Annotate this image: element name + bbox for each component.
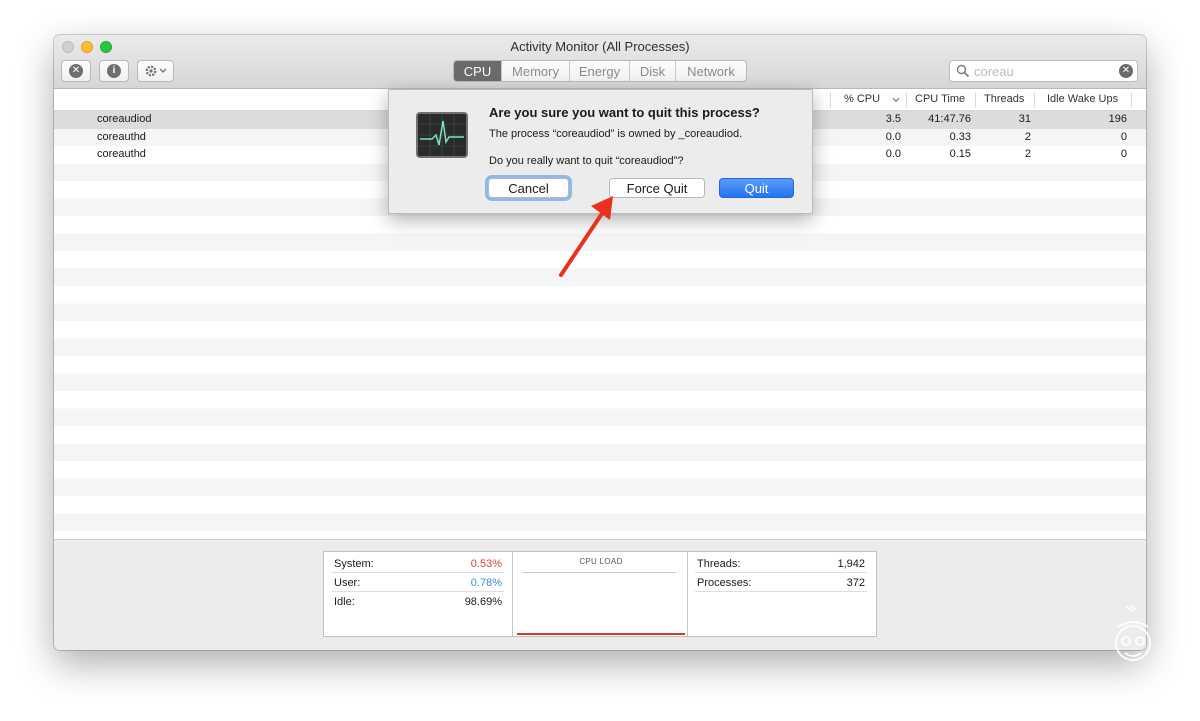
- tab-cpu[interactable]: CPU: [454, 61, 502, 81]
- stat-value: 98.69%: [464, 596, 502, 608]
- stop-process-button[interactable]: ✕: [61, 60, 91, 82]
- column-separator: [975, 92, 976, 108]
- column-cpu[interactable]: % CPU: [844, 93, 880, 105]
- cpu-load-graph: CPU LOAD: [512, 552, 688, 636]
- tab-memory[interactable]: Memory: [502, 61, 570, 81]
- gear-icon: [145, 65, 166, 77]
- process-cpu: 3.5: [885, 113, 901, 125]
- cpu-load-trace: [517, 633, 685, 635]
- activity-monitor-window: Activity Monitor (All Processes) ✕ i CPU…: [54, 35, 1146, 650]
- red-arrow-annotation: [559, 196, 613, 277]
- process-cpu: 0.0: [885, 148, 901, 160]
- process-cpu-time: 41:47.76: [928, 113, 971, 125]
- stat-user: User: 0.78%: [332, 575, 504, 592]
- process-cpu: 0.0: [885, 130, 901, 143]
- action-menu-button[interactable]: [137, 60, 174, 82]
- column-cpu-time[interactable]: CPU Time: [915, 93, 965, 105]
- process-threads: 2: [1024, 130, 1031, 143]
- dialog-title: Are you sure you want to quit this proce…: [489, 105, 760, 120]
- column-separator: [1034, 92, 1035, 108]
- graph-divider: [522, 572, 676, 573]
- stat-processes: Processes: 372: [695, 575, 867, 592]
- stat-idle: Idle: 98.69%: [332, 594, 504, 611]
- column-separator: [830, 92, 831, 108]
- stat-value: 1,942: [837, 558, 865, 570]
- stop-process-icon: ✕: [69, 64, 83, 78]
- bottom-stats-panel: System: 0.53% User: 0.78% Idle: 98.69% C…: [54, 539, 1146, 650]
- tab-energy[interactable]: Energy: [570, 61, 630, 81]
- stat-label: Threads:: [697, 558, 741, 570]
- stat-threads: Threads: 1,942: [695, 556, 867, 573]
- column-separator: [906, 92, 907, 108]
- view-tabs: CPU Memory Energy Disk Network: [453, 60, 747, 82]
- process-idle-wake-ups: 0: [1120, 148, 1127, 160]
- stat-value: 372: [846, 577, 865, 589]
- sort-descending-icon: [892, 97, 900, 103]
- info-icon: i: [107, 64, 121, 78]
- tab-network[interactable]: Network: [676, 61, 746, 81]
- stat-label: Processes:: [697, 577, 752, 589]
- stat-label: System:: [334, 558, 374, 570]
- process-cpu-time: 0.15: [949, 148, 971, 160]
- process-threads: 2: [1024, 148, 1031, 160]
- search-icon: [956, 64, 970, 78]
- dialog-message: The process “coreaudiod” is owned by _co…: [489, 128, 743, 140]
- dialog-question: Do you really want to quit “coreaudiod”?: [489, 155, 684, 167]
- process-cpu-time: 0.33: [949, 130, 971, 143]
- clear-search-icon[interactable]: ✕: [1119, 64, 1133, 78]
- search-input[interactable]: [974, 63, 1114, 79]
- stat-label: Idle:: [334, 596, 355, 608]
- stat-system: System: 0.53%: [332, 556, 504, 573]
- column-threads[interactable]: Threads: [984, 93, 1024, 105]
- cpu-stats-box: System: 0.53% User: 0.78% Idle: 98.69% C…: [323, 551, 877, 637]
- stat-value: 0.78%: [470, 577, 502, 589]
- watermark-logo: [1115, 604, 1151, 661]
- search-field[interactable]: ✕: [949, 60, 1138, 82]
- tab-disk[interactable]: Disk: [630, 61, 676, 81]
- window-title: Activity Monitor (All Processes): [510, 39, 690, 54]
- activity-monitor-app-icon: [416, 112, 468, 158]
- process-idle-wake-ups: 196: [1108, 113, 1127, 125]
- inspect-process-button[interactable]: i: [99, 60, 129, 82]
- process-threads: 31: [1018, 113, 1031, 125]
- quit-button[interactable]: Quit: [719, 178, 794, 198]
- toolbar: Activity Monitor (All Processes) ✕ i CPU…: [54, 35, 1146, 89]
- cpu-load-title: CPU LOAD: [579, 557, 623, 566]
- process-idle-wake-ups: 0: [1120, 130, 1127, 143]
- stat-label: User:: [334, 577, 361, 589]
- stat-value: 0.53%: [470, 558, 502, 570]
- column-idle-wake-ups[interactable]: Idle Wake Ups: [1047, 93, 1118, 105]
- process-name: coreauthd: [97, 130, 146, 143]
- process-name: coreauthd: [97, 148, 146, 160]
- column-separator: [1131, 92, 1132, 108]
- process-name: coreaudiod: [97, 113, 152, 125]
